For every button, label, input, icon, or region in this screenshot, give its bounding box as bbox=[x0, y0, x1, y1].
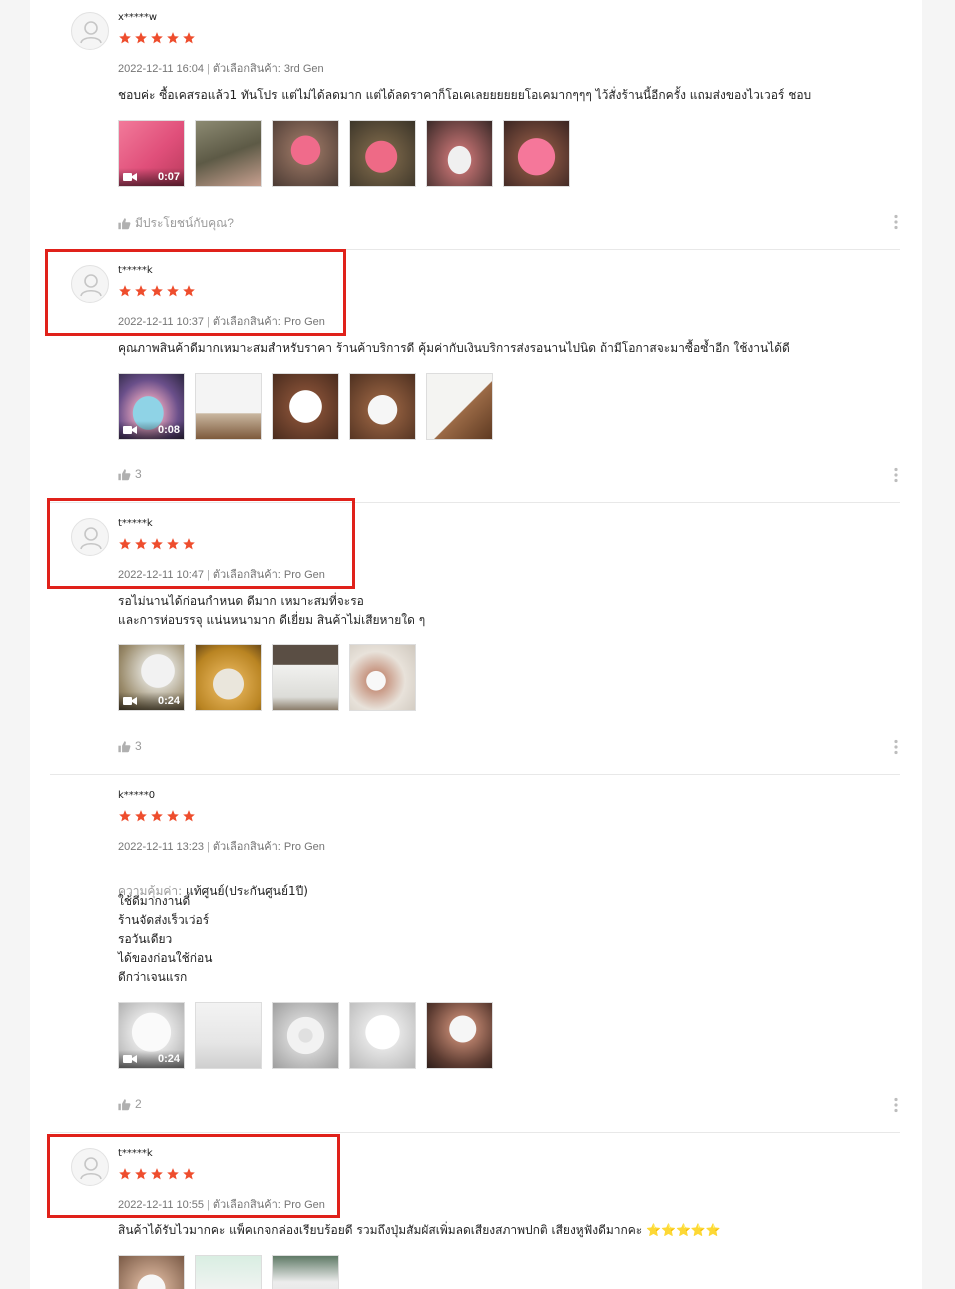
review-author: x*****w bbox=[118, 12, 158, 23]
rating-stars bbox=[118, 809, 196, 823]
review-video-thumb[interactable]: 0:24 bbox=[118, 1002, 185, 1069]
review-text: ชอบค่ะ ซื้อเคสรอแล้ว1 ทันโปร แต่ไม่ได้ลด… bbox=[118, 88, 812, 102]
helpful-count: มีประโยชน์กับคุณ? bbox=[135, 216, 234, 230]
star-icon bbox=[119, 32, 131, 44]
review-photo-thumb[interactable] bbox=[118, 1255, 185, 1289]
review-photo-thumb[interactable] bbox=[195, 1255, 262, 1289]
helpful-button[interactable]: 2 bbox=[118, 1097, 142, 1111]
more-options-icon[interactable] bbox=[892, 739, 900, 755]
avatar[interactable] bbox=[71, 12, 109, 50]
review-author: k*****0 bbox=[118, 790, 156, 801]
review-media bbox=[118, 1255, 339, 1289]
review-photo-thumb[interactable] bbox=[272, 1002, 339, 1069]
review-media: 0:08 bbox=[118, 373, 493, 440]
review-photo-thumb[interactable] bbox=[349, 1002, 416, 1069]
rating-stars bbox=[118, 31, 196, 45]
review-video-thumb[interactable]: 0:08 bbox=[118, 373, 185, 440]
video-duration: 0:08 bbox=[157, 424, 180, 436]
review-photo-thumb[interactable] bbox=[426, 1002, 493, 1069]
review-photo-thumb[interactable] bbox=[272, 644, 339, 711]
video-duration: 0:24 bbox=[157, 1053, 180, 1065]
review-photo-thumb[interactable] bbox=[195, 1002, 262, 1069]
review-photo-thumb[interactable] bbox=[272, 1255, 339, 1289]
review-photo-thumb[interactable] bbox=[195, 644, 262, 711]
star-icon bbox=[183, 810, 195, 822]
review-video-thumb[interactable]: 0:24 bbox=[118, 644, 185, 711]
star-icon bbox=[151, 810, 163, 822]
star-icon bbox=[183, 32, 195, 44]
review-item: x*****w 2022-12-11 16:04 | ตัวเลือกสินค้า:… bbox=[50, 0, 900, 250]
thumbs-up-icon bbox=[118, 740, 131, 752]
helpful-button[interactable]: 3 bbox=[118, 739, 142, 753]
review-text: สินค้าได้รับไวมากคะ แพ็คเกจกล่องเรียบร้อ… bbox=[118, 1223, 721, 1237]
helpful-count: 3 bbox=[135, 467, 142, 481]
review-text: ใช้ดีมากงานดี ร้านจัดส่งเร็วเว่อร์ รอวัน… bbox=[118, 894, 213, 984]
review-photo-thumb[interactable] bbox=[426, 373, 493, 440]
review-meta: 2022-12-11 16:04 | ตัวเลือกสินค้า: 3rd Gen bbox=[118, 63, 324, 75]
review-video-thumb[interactable]: 0:07 bbox=[118, 120, 185, 187]
review-media: 0:24 bbox=[118, 1002, 493, 1069]
star-icon bbox=[151, 32, 163, 44]
video-camera-icon bbox=[123, 697, 137, 705]
star-icon bbox=[135, 810, 147, 822]
variant-value: Pro Gen bbox=[283, 841, 325, 853]
star-icon bbox=[135, 32, 147, 44]
variant-label: ตัวเลือกสินค้า: bbox=[212, 841, 281, 853]
review-photo-thumb[interactable] bbox=[349, 644, 416, 711]
variant-value: 3rd Gen bbox=[283, 63, 324, 75]
review-photo-thumb[interactable] bbox=[349, 120, 416, 187]
review-date: 2022-12-11 13:23 bbox=[118, 841, 205, 853]
star-icon bbox=[167, 810, 179, 822]
helpful-count: 2 bbox=[135, 1097, 142, 1111]
video-camera-icon bbox=[123, 426, 137, 434]
thumbs-up-icon bbox=[118, 1098, 131, 1110]
review-text: รอไม่นานได้ก่อนกำหนด ดีมาก เหมาะสมที่จะร… bbox=[118, 594, 426, 627]
helpful-button[interactable]: 3 bbox=[118, 467, 142, 481]
video-camera-icon bbox=[123, 1055, 137, 1063]
variant-label: ตัวเลือกสินค้า: bbox=[212, 63, 281, 75]
video-duration: 0:24 bbox=[157, 695, 180, 707]
review-photo-thumb[interactable] bbox=[503, 120, 570, 187]
helpful-button[interactable]: มีประโยชน์กับคุณ? bbox=[118, 214, 234, 233]
review-photo-thumb[interactable] bbox=[272, 120, 339, 187]
review-meta: 2022-12-11 13:23 | ตัวเลือกสินค้า: Pro Gen bbox=[118, 841, 325, 853]
review-text: คุณภาพสินค้าดีมากเหมาะสมสำหรับราคา ร้านค… bbox=[118, 341, 790, 355]
highlight-box bbox=[45, 249, 346, 336]
more-options-icon[interactable] bbox=[892, 1097, 900, 1113]
review-photo-thumb[interactable] bbox=[272, 373, 339, 440]
thumbs-up-icon bbox=[118, 468, 131, 480]
star-icon bbox=[119, 810, 131, 822]
review-photo-thumb[interactable] bbox=[195, 373, 262, 440]
highlight-box bbox=[47, 498, 355, 589]
review-item: k*****0 2022-12-11 13:23 | ตัวเลือกสินค้า:… bbox=[50, 775, 900, 1133]
review-photo-thumb[interactable] bbox=[426, 120, 493, 187]
video-camera-icon bbox=[123, 173, 137, 181]
video-duration: 0:07 bbox=[157, 171, 180, 183]
review-photo-thumb[interactable] bbox=[195, 120, 262, 187]
helpful-count: 3 bbox=[135, 739, 142, 753]
review-date: 2022-12-11 16:04 bbox=[118, 63, 205, 75]
more-options-icon[interactable] bbox=[892, 214, 900, 230]
review-photo-thumb[interactable] bbox=[349, 373, 416, 440]
review-media: 0:07 bbox=[118, 120, 570, 187]
review-media: 0:24 bbox=[118, 644, 416, 711]
more-options-icon[interactable] bbox=[892, 467, 900, 483]
star-icon bbox=[167, 32, 179, 44]
thumbs-up-icon bbox=[118, 218, 131, 230]
highlight-box bbox=[47, 1134, 340, 1218]
